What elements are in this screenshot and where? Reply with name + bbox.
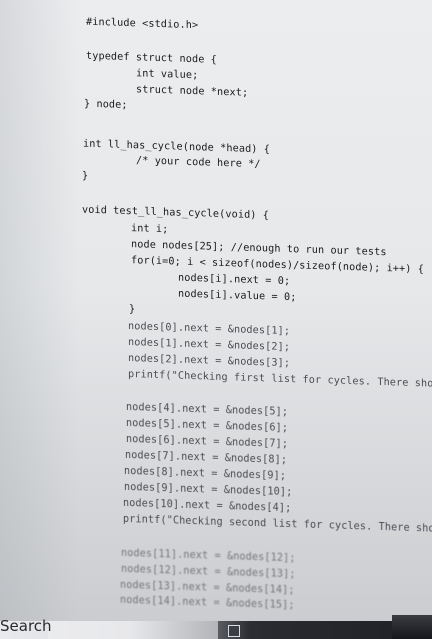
code-line: nodes[4].next = &nodes[5]; [126,401,289,419]
code-editor: #include <stdio.h> typedef struct node {… [0,0,432,634]
code-line: nodes[2].next = &nodes[3]; [128,353,291,370]
code-line: #include <stdio.h> [86,16,199,32]
code-line: } [82,170,89,182]
search-label[interactable]: Search [0,617,52,635]
taskbar-app-icon[interactable] [228,625,240,637]
code-line: nodes[1].next = &nodes[2]; [128,337,291,354]
code-line: nodes[0].next = &nodes[1]; [128,321,291,338]
code-line: struct node *next; [136,84,249,99]
laptop-hinge [392,615,432,639]
code-line: } [129,304,136,316]
code-line: nodes[7].next = &nodes[8]; [125,449,288,467]
code-line: nodes[i].next = 0; [178,272,291,288]
code-line: nodes[8].next = &nodes[9]; [124,465,287,482]
code-line: nodes[5].next = &nodes[6]; [126,417,289,435]
code-line: printf("Checking second list for cycles.… [123,513,432,536]
code-line: nodes[10].next = &nodes[4]; [123,497,292,515]
code-line: nodes[6].next = &nodes[7]; [126,433,289,451]
code-line: nodes[i].value = 0; [178,288,297,304]
code-line: int value; [136,68,199,82]
code-line: } node; [84,98,128,112]
code-line: printf("Checking first list for cycles. … [128,369,432,390]
code-line: nodes[11].next = &nodes[12]; [121,547,296,565]
code-line: /* your code here */ [136,155,261,171]
code-line: typedef struct node { [86,50,217,66]
code-line: nodes[14].next = &nodes[15]; [120,594,295,612]
code-line: void test_ll_has_cycle(void) { [82,204,270,222]
taskbar-search-box[interactable] [48,621,218,639]
code-line: nodes[12].next = &nodes[13]; [121,563,296,581]
code-line: int i; [131,223,169,236]
code-line: nodes[9].next = &nodes[10]; [124,481,293,499]
code-line: int ll_has_cycle(node *head) { [83,138,271,156]
